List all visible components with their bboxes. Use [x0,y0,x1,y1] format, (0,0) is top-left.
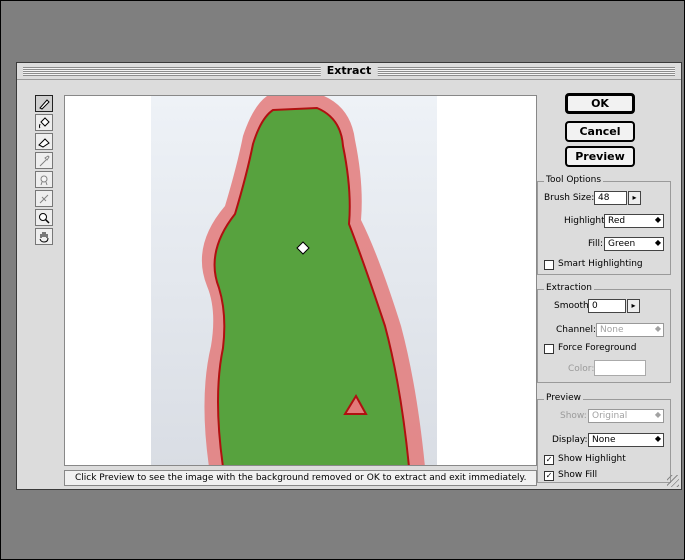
tool-options-title: Tool Options [544,175,604,185]
fill-bucket-icon [39,116,50,128]
show-select[interactable]: Original ◆ [588,409,664,423]
fill-label: Fill: [588,239,604,249]
extraction-overlay [201,96,425,465]
eyedropper-tool[interactable] [35,152,53,169]
channel-select[interactable]: None ◆ [596,323,664,337]
display-label: Display: [552,435,588,445]
highlight-value: Red [608,216,626,226]
tool-palette [35,95,55,247]
chevron-updown-icon: ◆ [654,410,661,419]
force-foreground-label: Force Foreground [558,343,637,353]
show-value: Original [592,411,628,421]
show-label: Show: [560,411,587,421]
highlight-label: Highlight: [564,216,608,226]
resize-grip[interactable] [667,475,679,487]
edge-touchup-icon [39,194,49,203]
smooth-label: Smooth: [554,301,592,311]
show-fill-label: Show Fill [558,470,598,480]
smart-highlighting-checkbox[interactable] [544,260,554,270]
hand-tool[interactable] [35,228,53,245]
channel-value: None [600,325,624,335]
fill-value: Green [608,239,636,249]
smooth-field[interactable]: 0 [588,299,626,313]
dialog-titlebar[interactable]: Extract [17,63,681,80]
force-foreground-checkbox[interactable] [544,344,554,354]
brush-size-label: Brush Size: [544,193,595,203]
preview-group: Preview Show: Original ◆ Display: None ◆… [537,393,671,483]
extract-dialog: Extract Click Preview to see the image w… [16,62,682,490]
chevron-updown-icon: ◆ [654,238,661,247]
show-highlight-checkbox[interactable]: ✓ [544,455,554,465]
zoom-icon [39,212,50,224]
chevron-updown-icon: ◆ [654,434,661,443]
smooth-stepper[interactable]: ▸ [627,299,640,313]
edge-highlighter-tool[interactable] [35,95,53,112]
cancel-button[interactable]: Cancel [565,121,635,142]
show-fill-checkbox[interactable]: ✓ [544,471,554,481]
display-select[interactable]: None ◆ [588,433,664,447]
eraser-tool[interactable] [35,133,53,150]
image-preview-area[interactable] [64,95,537,466]
eyedropper-icon [39,154,50,166]
display-value: None [592,435,616,445]
edge-touchup-tool[interactable] [35,190,53,207]
zoom-tool[interactable] [35,209,53,226]
eraser-icon [38,137,50,148]
show-highlight-label: Show Highlight [558,454,626,464]
preview-button[interactable]: Preview [565,146,635,167]
channel-label: Channel: [556,325,596,335]
preview-group-title: Preview [544,393,584,403]
brush-size-field[interactable]: 48 [594,191,627,205]
brush-size-stepper[interactable]: ▸ [628,191,641,205]
color-swatch[interactable] [594,360,646,376]
cleanup-tool-icon [40,175,48,185]
extraction-title: Extraction [544,283,594,293]
dialog-title: Extract [320,64,378,78]
photo-canvas[interactable] [151,96,437,465]
hand-icon [39,231,49,243]
color-label: Color: [568,364,595,374]
highlight-select[interactable]: Red ◆ [604,214,664,228]
edge-highlighter-icon [39,98,50,110]
chevron-updown-icon: ◆ [654,324,661,333]
chevron-updown-icon: ◆ [654,215,661,224]
extraction-group: Extraction Smooth: 0 ▸ Channel: None ◆ F… [537,283,671,383]
fill-select[interactable]: Green ◆ [604,237,664,251]
fill-tool[interactable] [35,114,53,131]
ok-button[interactable]: OK [565,93,635,114]
status-bar: Click Preview to see the image with the … [64,470,537,486]
tool-options-group: Tool Options Brush Size: 48 ▸ Highlight:… [537,175,671,275]
cleanup-tool[interactable] [35,171,53,188]
smart-highlighting-label: Smart Highlighting [558,259,643,269]
